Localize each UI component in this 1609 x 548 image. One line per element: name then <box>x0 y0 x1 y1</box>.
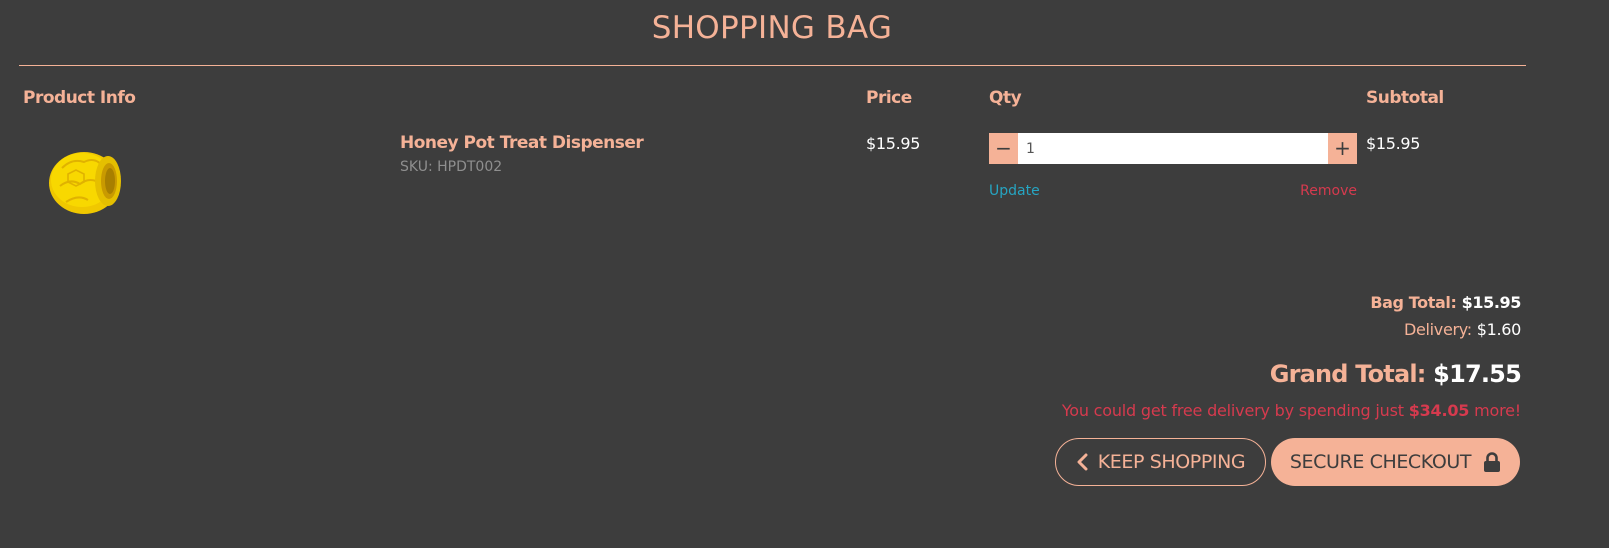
product-sku: SKU: HPDT002 <box>400 159 503 175</box>
column-header-product-info: Product Info <box>23 88 136 108</box>
column-header-price: Price <box>866 88 912 108</box>
increase-quantity-button[interactable]: + <box>1328 133 1357 164</box>
delivery-total: Delivery: $1.60 <box>1404 320 1521 339</box>
free-delivery-suffix: more! <box>1474 401 1521 420</box>
quantity-stepper: − + <box>989 133 1357 164</box>
chevron-left-icon <box>1076 453 1088 471</box>
grand-total: Grand Total: $17.55 <box>1269 360 1522 388</box>
remove-link[interactable]: Remove <box>1280 183 1357 199</box>
free-delivery-message: You could get free delivery by spending … <box>1062 401 1521 420</box>
product-name[interactable]: Honey Pot Treat Dispenser <box>400 133 644 153</box>
product-image[interactable] <box>44 138 128 222</box>
column-header-qty: Qty <box>989 88 1022 108</box>
bag-total: Bag Total: $15.95 <box>1370 293 1521 312</box>
free-delivery-amount: $34.05 <box>1408 401 1470 420</box>
delivery-label: Delivery: <box>1403 320 1472 339</box>
quantity-input[interactable] <box>1018 133 1328 164</box>
secure-checkout-button[interactable]: SECURE CHECKOUT <box>1271 438 1520 486</box>
column-header-subtotal: Subtotal <box>1366 88 1444 108</box>
delivery-value: $1.60 <box>1476 320 1522 339</box>
decrease-quantity-button[interactable]: − <box>989 133 1018 164</box>
grand-total-value: $17.55 <box>1433 360 1522 388</box>
grand-total-label: Grand Total: <box>1269 360 1427 388</box>
title-divider <box>19 65 1526 66</box>
secure-checkout-label: SECURE CHECKOUT <box>1289 451 1472 473</box>
free-delivery-prefix: You could get free delivery by spending … <box>1061 401 1404 420</box>
item-subtotal: $15.95 <box>1366 134 1421 153</box>
lock-icon <box>1483 451 1501 473</box>
page-title: SHOPPING BAG <box>651 10 893 46</box>
keep-shopping-button[interactable]: KEEP SHOPPING <box>1055 438 1266 486</box>
bag-total-label: Bag Total: <box>1370 293 1457 312</box>
keep-shopping-label: KEEP SHOPPING <box>1097 451 1246 473</box>
item-price: $15.95 <box>866 134 921 153</box>
bag-total-value: $15.95 <box>1461 293 1522 312</box>
update-link[interactable]: Update <box>989 183 1040 199</box>
